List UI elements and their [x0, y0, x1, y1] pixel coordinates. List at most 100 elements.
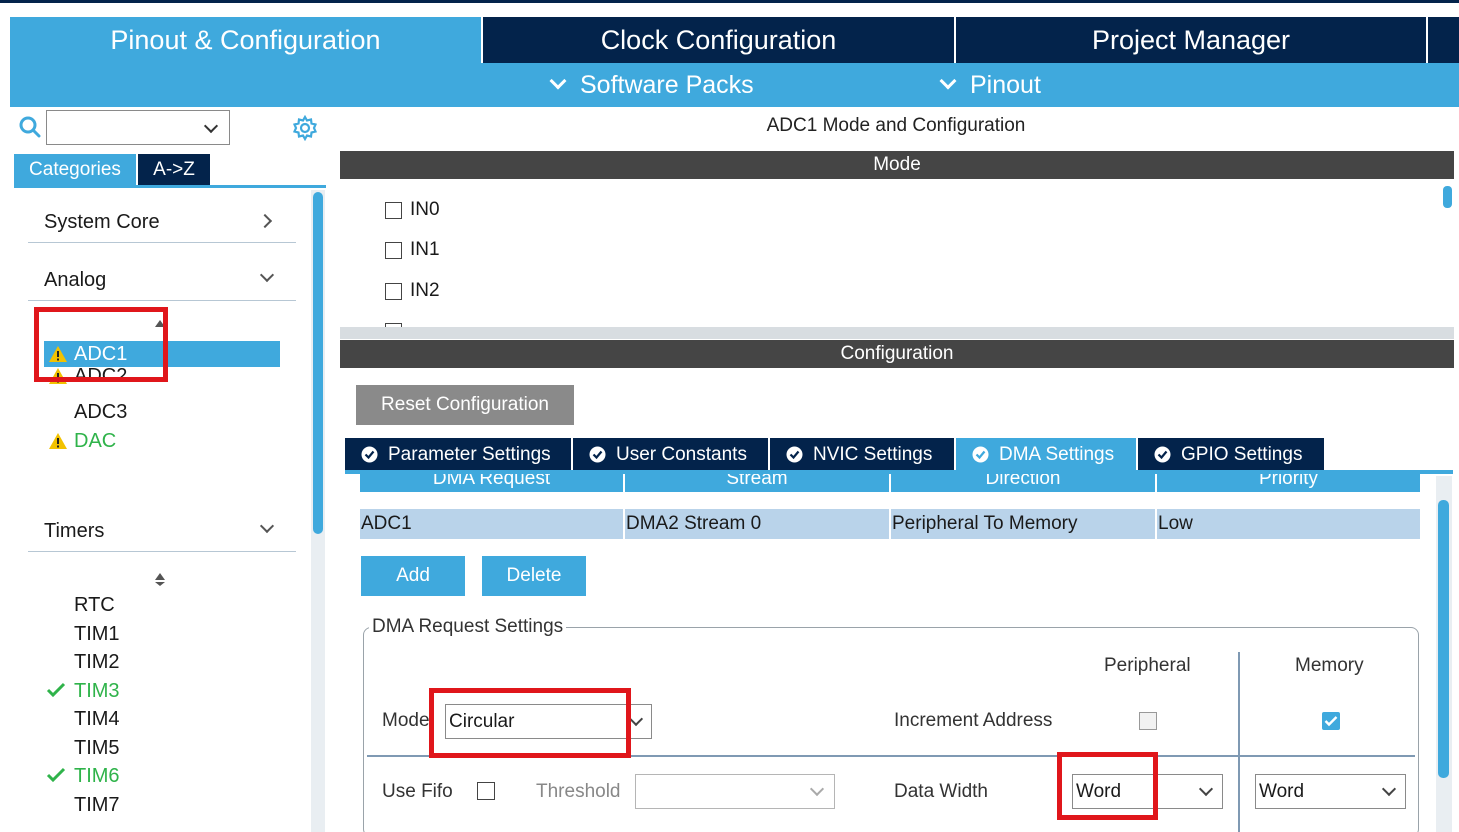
- highlight-box-mode: [429, 688, 631, 758]
- tab-nvic-settings[interactable]: NVIC Settings: [770, 438, 956, 471]
- category-tab-underline: [14, 185, 326, 188]
- tab-label: NVIC Settings: [813, 443, 933, 465]
- item-label: TIM1: [74, 622, 120, 645]
- increment-memory-checkbox[interactable]: [1322, 712, 1340, 730]
- tab-overflow[interactable]: [1428, 17, 1459, 63]
- config-scroll-thumb[interactable]: [1438, 500, 1449, 778]
- item-label: TIM6: [74, 764, 120, 787]
- tab-pinout-configuration[interactable]: Pinout & Configuration: [10, 17, 483, 63]
- check-circle-icon: [589, 446, 606, 463]
- mode-item-in2[interactable]: IN2: [385, 279, 440, 303]
- tab-dma-settings[interactable]: DMA Settings: [956, 438, 1138, 471]
- pinout-menu[interactable]: Pinout: [939, 63, 1041, 107]
- mode-label: Mode: [382, 710, 430, 731]
- item-label: TIM3: [74, 679, 120, 702]
- table-row[interactable]: ADC1 DMA2 Stream 0 Peripheral To Memory …: [360, 509, 1420, 539]
- use-fifo-label: Use Fifo: [382, 781, 453, 802]
- chevron-down-icon: [1198, 781, 1214, 797]
- memory-column-label: Memory: [1295, 655, 1364, 676]
- group-legend: DMA Request Settings: [369, 616, 567, 638]
- tab-label: User Constants: [616, 443, 747, 465]
- search-input[interactable]: [46, 110, 230, 145]
- chevron-down-icon: [809, 781, 825, 797]
- mode-scroll-thumb[interactable]: [1443, 186, 1452, 208]
- tab-categories[interactable]: Categories: [14, 154, 136, 185]
- item-label: TIM5: [74, 736, 120, 759]
- mode-item-in0[interactable]: IN0: [385, 198, 440, 222]
- cell-request: ADC1: [360, 509, 625, 539]
- check-icon: [1324, 716, 1338, 727]
- category-analog[interactable]: Analog: [28, 261, 296, 301]
- tab-label: Pinout & Configuration: [110, 24, 381, 55]
- tab-label: GPIO Settings: [1181, 443, 1303, 465]
- tab-label: Project Manager: [1091, 24, 1291, 55]
- sort-arrow-icon[interactable]: [155, 573, 165, 580]
- cell-stream: DMA2 Stream 0: [625, 509, 891, 539]
- item-label: TIM7: [74, 793, 120, 816]
- gear-icon[interactable]: [292, 115, 318, 141]
- highlight-box-adc1: [34, 307, 168, 382]
- item-label: TIM2: [74, 650, 120, 673]
- mode-header: Mode: [340, 151, 1454, 179]
- splitter[interactable]: [340, 327, 1454, 339]
- panel-title: ADC1 Mode and Configuration: [766, 115, 1026, 136]
- data-width-label: Data Width: [894, 781, 988, 802]
- memory-data-width-select[interactable]: Word: [1255, 774, 1406, 809]
- search-icon[interactable]: [19, 116, 41, 138]
- category-label: Timers: [44, 520, 105, 542]
- chevron-down-icon: [939, 72, 957, 90]
- chevron-right-icon: [257, 213, 273, 229]
- top-strip: [0, 0, 1459, 17]
- configuration-header: Configuration: [340, 340, 1454, 368]
- chevron-down-icon: [1381, 781, 1397, 797]
- item-label: RTC: [74, 593, 115, 616]
- column-header-stream[interactable]: Stream: [625, 474, 891, 492]
- reset-configuration-button[interactable]: Reset Configuration: [356, 385, 574, 425]
- increment-address-label: Increment Address: [894, 710, 1053, 731]
- warning-icon: [49, 433, 67, 449]
- tab-label: A->Z: [153, 158, 195, 180]
- column-header-priority[interactable]: Priority: [1157, 474, 1420, 492]
- delete-button[interactable]: Delete: [482, 556, 586, 596]
- tab-a-to-z[interactable]: A->Z: [138, 154, 210, 185]
- checkbox[interactable]: [385, 201, 402, 219]
- column-header-direction[interactable]: Direction: [891, 474, 1157, 492]
- button-label: Add: [396, 565, 430, 586]
- tab-project-manager[interactable]: Project Manager: [956, 17, 1428, 63]
- chevron-down-icon: [259, 518, 275, 534]
- mode-label: IN0: [410, 199, 440, 220]
- sidebar-scroll-thumb[interactable]: [313, 192, 323, 534]
- tab-gpio-settings[interactable]: GPIO Settings: [1138, 438, 1324, 471]
- mode-list: IN0 IN1 IN2: [340, 179, 1454, 327]
- tab-clock-configuration[interactable]: Clock Configuration: [483, 17, 956, 63]
- category-label: System Core: [44, 211, 160, 233]
- chevron-down-icon: [203, 118, 219, 134]
- increment-peripheral-checkbox[interactable]: [1139, 712, 1157, 730]
- sort-arrow-down-icon: [155, 582, 165, 586]
- category-label: Analog: [44, 269, 107, 291]
- check-circle-icon: [786, 446, 803, 463]
- check-circle-icon: [972, 446, 989, 463]
- mode-item-partial[interactable]: [385, 319, 410, 327]
- tab-user-constants[interactable]: User Constants: [573, 438, 770, 471]
- category-timers[interactable]: Timers: [28, 512, 296, 552]
- button-label: Delete: [506, 565, 562, 586]
- tab-parameter-settings[interactable]: Parameter Settings: [345, 438, 573, 471]
- mode-item-in1[interactable]: IN1: [385, 238, 440, 262]
- mode-label: IN1: [410, 239, 440, 260]
- checkbox[interactable]: [385, 241, 402, 259]
- column-header-dma-request[interactable]: DMA Request: [360, 474, 625, 492]
- threshold-select[interactable]: [635, 774, 835, 809]
- tab-label: Categories: [29, 158, 121, 180]
- software-packs-menu[interactable]: Software Packs: [549, 63, 754, 107]
- select-value: Word: [1259, 780, 1305, 802]
- highlight-box-data-width: [1057, 752, 1158, 820]
- use-fifo-checkbox[interactable]: [477, 782, 495, 800]
- check-icon: [46, 682, 66, 698]
- mode-label: IN2: [410, 280, 440, 301]
- chevron-down-icon: [549, 72, 567, 90]
- add-button[interactable]: Add: [361, 556, 465, 596]
- checkbox[interactable]: [385, 282, 402, 300]
- category-system-core[interactable]: System Core: [28, 203, 296, 243]
- tab-label: DMA Settings: [999, 443, 1115, 465]
